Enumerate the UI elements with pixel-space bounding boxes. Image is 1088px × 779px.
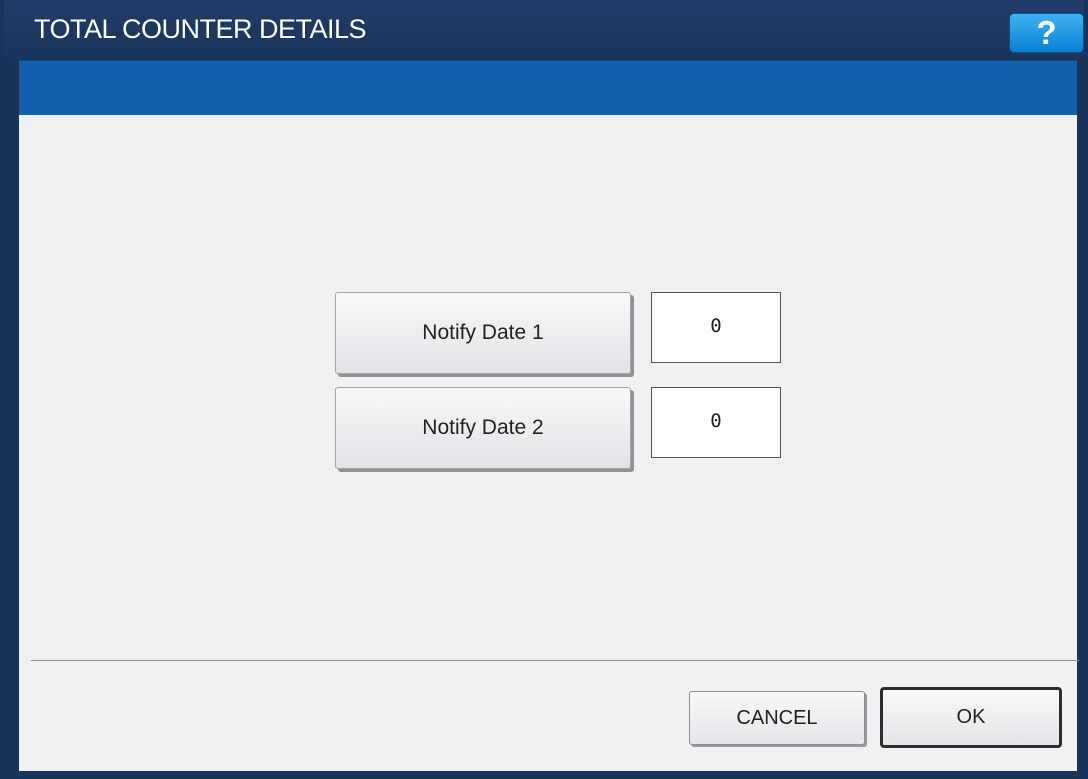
footer-divider: [31, 660, 1079, 661]
help-button[interactable]: ?: [1009, 13, 1084, 53]
dialog-content: Notify Date 1 0 Notify Date 2 0 CANCEL O…: [19, 115, 1079, 771]
cancel-button[interactable]: CANCEL: [689, 691, 865, 745]
notify-date-2-value: 0: [651, 387, 781, 458]
header-band: [19, 60, 1077, 116]
notify-date-1-value: 0: [651, 292, 781, 363]
notify-date-2-button[interactable]: Notify Date 2: [335, 387, 631, 469]
counter-details-dialog: TOTAL COUNTER DETAILS ? Notify Date 1 0 …: [0, 0, 1088, 779]
title-bar: TOTAL COUNTER DETAILS ?: [4, 0, 1084, 60]
dialog-title: TOTAL COUNTER DETAILS: [34, 14, 367, 44]
notify-date-1-button[interactable]: Notify Date 1: [335, 292, 631, 374]
ok-button[interactable]: OK: [880, 687, 1062, 748]
